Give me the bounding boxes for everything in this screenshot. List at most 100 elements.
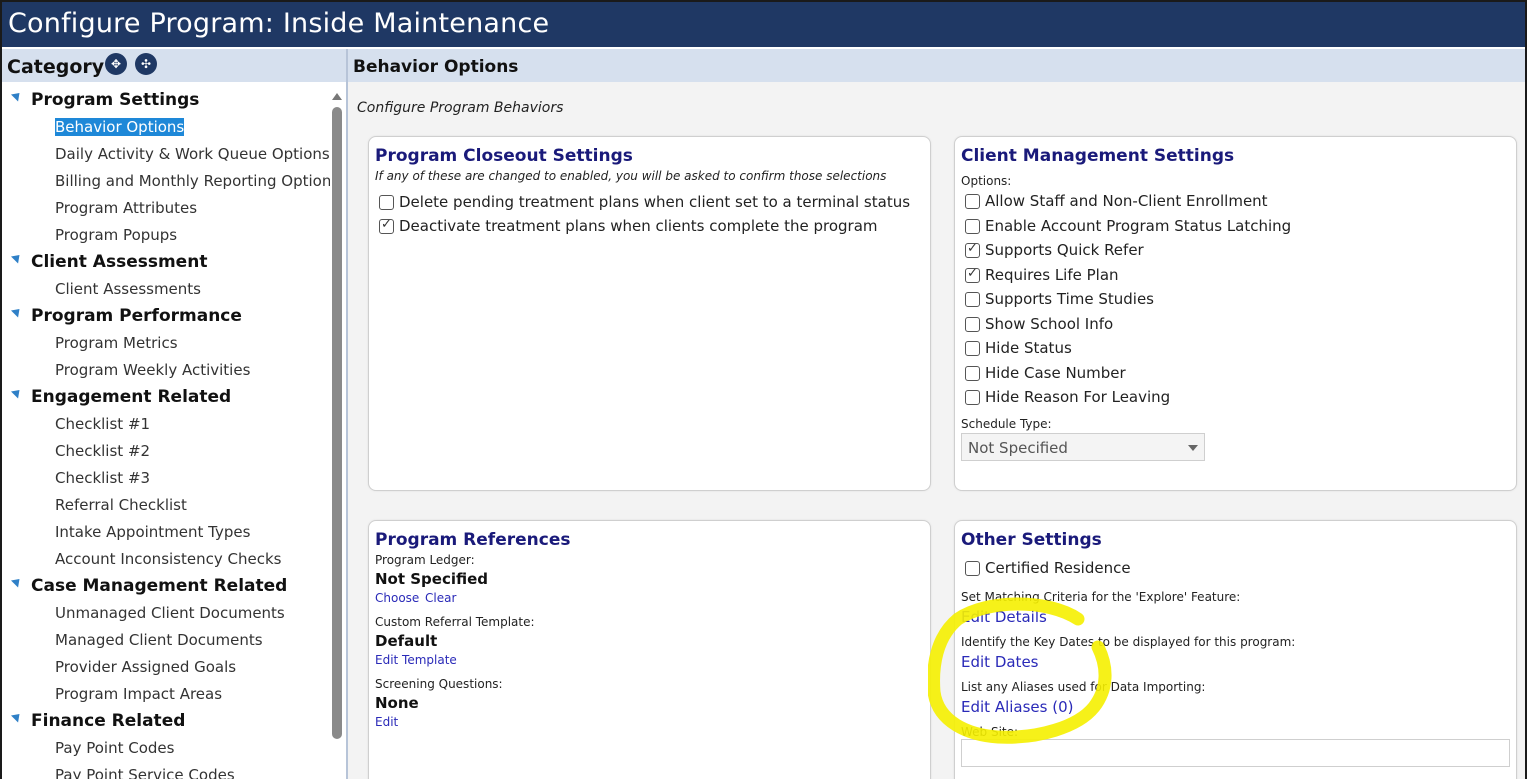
website-input[interactable] bbox=[961, 739, 1510, 767]
tree-group[interactable]: Program Performance bbox=[2, 303, 332, 330]
program-references-card: Program References Program Ledger: Not S… bbox=[368, 520, 931, 779]
tree-item[interactable]: Checklist #2 bbox=[2, 438, 332, 465]
tree-item[interactable]: Managed Client Documents bbox=[2, 627, 332, 654]
tree-item[interactable]: Billing and Monthly Reporting Options bbox=[2, 168, 339, 195]
edit-details-link[interactable]: Edit Details bbox=[961, 608, 1047, 626]
choose-ledger-link[interactable]: Choose bbox=[375, 591, 419, 605]
tree-group-label: Engagement Related bbox=[31, 387, 232, 407]
tree-group[interactable]: Client Assessment bbox=[2, 249, 332, 276]
expand-triangle-icon[interactable] bbox=[10, 575, 24, 588]
tree-item-label: Referral Checklist bbox=[55, 496, 187, 514]
checkbox[interactable] bbox=[379, 195, 394, 210]
expand-triangle-icon[interactable] bbox=[10, 386, 24, 399]
collapse-all-icon[interactable]: ✣ bbox=[135, 53, 157, 75]
checkbox[interactable] bbox=[965, 341, 980, 356]
expand-all-icon[interactable]: ✥ bbox=[105, 53, 127, 75]
tree-item[interactable]: Program Popups bbox=[2, 222, 332, 249]
tree-item[interactable]: Program Metrics bbox=[2, 330, 332, 357]
checkbox-label: Hide Status bbox=[985, 339, 1072, 357]
expand-triangle-icon[interactable] bbox=[10, 710, 24, 723]
category-title: Category bbox=[7, 56, 105, 78]
tree-item[interactable]: Client Assessments bbox=[2, 276, 332, 303]
section-header: Behavior Options bbox=[348, 49, 1525, 82]
checkbox-label: Hide Case Number bbox=[985, 363, 1126, 382]
tree-item-label: Managed Client Documents bbox=[55, 631, 263, 649]
edit-screening-link[interactable]: Edit bbox=[375, 715, 398, 729]
tree-group[interactable]: Finance Related bbox=[2, 708, 332, 735]
tree-group-label: Program Settings bbox=[31, 90, 200, 110]
tree-item[interactable]: Unmanaged Client Documents bbox=[2, 600, 332, 627]
screening-value: None bbox=[375, 694, 419, 712]
tree-item[interactable]: Account Inconsistency Checks bbox=[2, 546, 332, 573]
section-subtitle: Configure Program Behaviors bbox=[357, 100, 564, 116]
tree-item-label: Checklist #2 bbox=[55, 442, 151, 460]
edit-aliases-link[interactable]: Edit Aliases (0) bbox=[961, 698, 1073, 716]
checkbox[interactable] bbox=[965, 390, 980, 405]
tree-item-label: Billing and Monthly Reporting Options bbox=[55, 172, 340, 190]
tree-group[interactable]: Engagement Related bbox=[2, 384, 332, 411]
scroll-thumb[interactable] bbox=[332, 107, 342, 739]
section-title: Behavior Options bbox=[353, 57, 519, 77]
ledger-label: Program Ledger: bbox=[375, 553, 475, 567]
clear-ledger-link[interactable]: Clear bbox=[425, 591, 456, 605]
edit-dates-link[interactable]: Edit Dates bbox=[961, 653, 1038, 671]
tree-item[interactable]: Checklist #3 bbox=[2, 465, 332, 492]
checkbox[interactable] bbox=[965, 241, 980, 258]
checkbox-label: Show School Info bbox=[985, 314, 1114, 333]
checkbox[interactable] bbox=[965, 316, 980, 332]
tree-item[interactable]: Intake Appointment Types bbox=[2, 519, 332, 546]
checkbox[interactable] bbox=[965, 561, 980, 576]
tree-item[interactable]: Referral Checklist bbox=[2, 492, 332, 519]
tree-item[interactable]: Program Weekly Activities bbox=[2, 357, 332, 384]
tree-item-label: Program Attributes bbox=[55, 199, 198, 217]
edit-template-link[interactable]: Edit Template bbox=[375, 653, 457, 667]
category-panel: Category ✥ ✣ Program Settings Behavior Op… bbox=[2, 49, 346, 779]
checkbox-label: Enable Account Program Status Latching bbox=[985, 216, 1292, 235]
template-value: Default bbox=[375, 632, 438, 650]
checkbox-label: Supports Quick Refer bbox=[985, 241, 1144, 259]
tree-item-label: Pay Point Codes bbox=[55, 739, 175, 757]
checkbox[interactable] bbox=[379, 217, 394, 234]
expand-triangle-icon[interactable] bbox=[10, 89, 24, 102]
tree-group-label: Client Assessment bbox=[31, 252, 208, 272]
tree-item[interactable]: Daily Activity & Work Queue Options bbox=[2, 141, 332, 168]
expand-triangle-icon[interactable] bbox=[10, 305, 24, 318]
aliases-label: List any Aliases used for Data Importing… bbox=[961, 680, 1206, 694]
tree-item-label: Daily Activity & Work Queue Options bbox=[55, 145, 330, 163]
checkbox-label: Supports Time Studies bbox=[985, 290, 1154, 308]
checkbox[interactable] bbox=[965, 266, 980, 283]
tree-item-label: Account Inconsistency Checks bbox=[55, 550, 282, 568]
schedule-type-select[interactable]: Not Specified bbox=[961, 433, 1205, 461]
tree-group[interactable]: Program Settings bbox=[2, 87, 332, 114]
checkbox[interactable] bbox=[965, 292, 980, 307]
category-tree: Program Settings Behavior Options Daily Ac… bbox=[2, 87, 339, 779]
scroll-up-arrow-icon[interactable] bbox=[332, 93, 342, 100]
closeout-settings-title: Program Closeout Settings bbox=[375, 146, 633, 166]
closeout-note: If any of these are changed to enabled, … bbox=[375, 169, 887, 183]
checkbox-label: Delete pending treatment plans when clie… bbox=[399, 193, 911, 211]
tree-item[interactable]: Provider Assigned Goals bbox=[2, 654, 332, 681]
tree-item-label: Unmanaged Client Documents bbox=[55, 604, 285, 622]
tree-group[interactable]: Case Management Related bbox=[2, 573, 332, 600]
program-references-title: Program References bbox=[375, 530, 571, 550]
tree-group-label: Case Management Related bbox=[31, 576, 288, 596]
checkbox-label: Allow Staff and Non-Client Enrollment bbox=[985, 192, 1268, 210]
checkbox-label: Deactivate treatment plans when clients … bbox=[399, 217, 878, 235]
checkbox-label: Hide Reason For Leaving bbox=[985, 388, 1171, 406]
tree-item[interactable]: Pay Point Service Codes bbox=[2, 762, 332, 779]
options-panel: Behavior Options Configure Program Behav… bbox=[348, 49, 1525, 779]
expand-triangle-icon[interactable] bbox=[10, 251, 24, 264]
checkbox[interactable] bbox=[965, 218, 980, 234]
tree-item[interactable]: Program Impact Areas bbox=[2, 681, 332, 708]
closeout-settings-card: Program Closeout Settings If any of thes… bbox=[368, 136, 931, 491]
checkbox[interactable] bbox=[965, 365, 980, 381]
tree-item[interactable]: Checklist #1 bbox=[2, 411, 332, 438]
tree-item[interactable]: Program Attributes bbox=[2, 195, 332, 222]
chevron-down-icon bbox=[1188, 445, 1198, 451]
tree-item-label: Intake Appointment Types bbox=[55, 523, 251, 541]
tree-item-label: Client Assessments bbox=[55, 280, 201, 298]
key-dates-label: Identify the Key Dates to be displayed f… bbox=[961, 635, 1296, 649]
checkbox[interactable] bbox=[965, 194, 980, 209]
tree-item[interactable]: Pay Point Codes bbox=[2, 735, 332, 762]
tree-item[interactable]: Behavior Options bbox=[2, 114, 332, 141]
